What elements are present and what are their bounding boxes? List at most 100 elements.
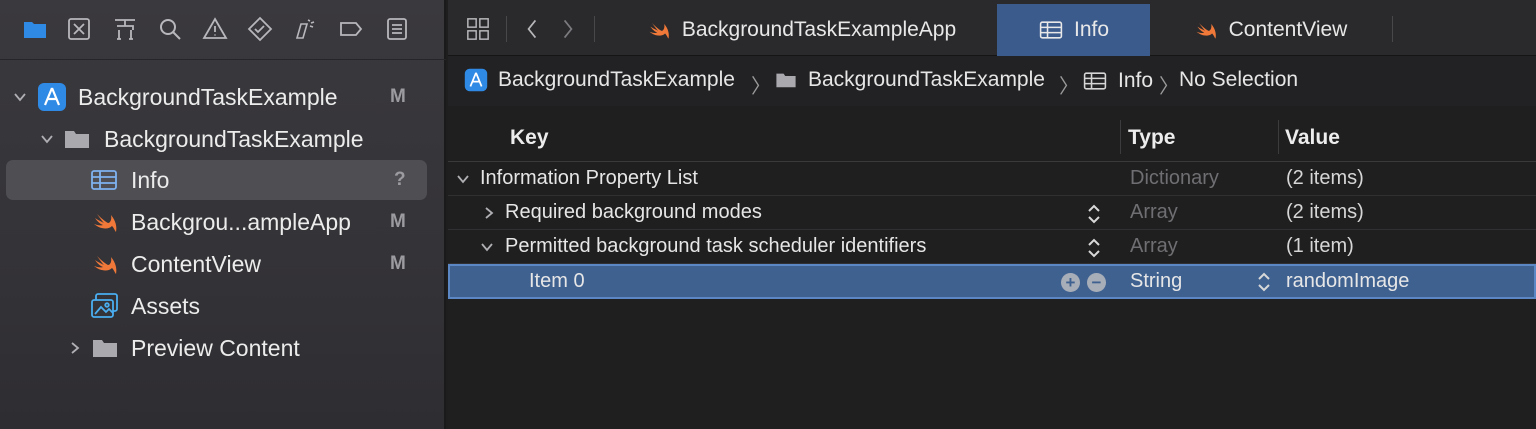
tree-label: Assets: [131, 292, 201, 319]
chevron-down-icon[interactable]: [480, 240, 494, 254]
key-stepper-icon[interactable]: [1086, 237, 1102, 259]
chevron-down-icon[interactable]: [12, 89, 28, 105]
divider: [594, 16, 595, 42]
navigator-selector-bar: [0, 0, 446, 60]
remove-item-button[interactable]: −: [1087, 273, 1106, 292]
plist-key: Information Property List: [480, 167, 698, 189]
breadcrumb-item-info[interactable]: Info: [1082, 68, 1153, 94]
back-chevron-icon[interactable]: [520, 14, 544, 44]
editor-area: BackgroundTaskExampleApp Info ContentVie…: [448, 0, 1536, 429]
plist-type: Dictionary: [1130, 167, 1219, 189]
tab-info[interactable]: Info: [997, 4, 1150, 56]
forward-chevron-icon[interactable]: [556, 14, 580, 44]
column-divider[interactable]: [1120, 120, 1121, 154]
divider: [1392, 16, 1393, 42]
folder-icon: [776, 73, 796, 88]
tree-label: BackgroundTaskExample: [78, 83, 338, 110]
tab-contentview[interactable]: ContentView: [1150, 4, 1390, 56]
chevron-right-icon[interactable]: [67, 340, 83, 356]
report-icon[interactable]: [382, 14, 412, 44]
plist-value: (2 items): [1286, 167, 1364, 189]
source-control-icon[interactable]: [64, 14, 94, 44]
plist-type[interactable]: String: [1130, 270, 1182, 293]
tree-row-group[interactable]: BackgroundTaskExample: [6, 119, 427, 159]
plist-header: Key Type Value: [448, 114, 1536, 162]
breadcrumb-item-folder[interactable]: BackgroundTaskExample: [774, 68, 1045, 92]
plist-type: Array: [1130, 235, 1178, 257]
tree-row-contentview[interactable]: ContentView M: [6, 244, 427, 284]
search-icon[interactable]: [155, 14, 185, 44]
plist-row-background-modes[interactable]: Required background modes Array (2 items…: [448, 196, 1536, 230]
plist-key: Required background modes: [505, 201, 762, 223]
tree-label: Info: [131, 166, 170, 193]
breadcrumb-label: No Selection: [1179, 68, 1299, 91]
folder-icon[interactable]: [20, 14, 50, 44]
tree-row-assets[interactable]: Assets: [6, 286, 427, 326]
plist-table-icon: [1039, 21, 1063, 39]
tree-label: BackgroundTaskExample: [104, 125, 364, 152]
swift-icon: [649, 23, 669, 39]
app-project-icon: [464, 68, 488, 92]
tab-label: Info: [1073, 18, 1110, 41]
breadcrumb-label: Info: [1118, 69, 1154, 92]
plist-value: (1 item): [1286, 235, 1354, 257]
breadcrumb: BackgroundTaskExample 〉 BackgroundTaskEx…: [448, 56, 1536, 106]
tab-bar: BackgroundTaskExampleApp Info ContentVie…: [448, 0, 1536, 56]
breadcrumb-label: BackgroundTaskExample: [808, 68, 1045, 91]
breadcrumb-item-selection[interactable]: No Selection: [1179, 68, 1298, 92]
folder-icon: [62, 124, 92, 154]
swift-icon: [1196, 23, 1216, 39]
plist-row-root[interactable]: Information Property List Dictionary (2 …: [448, 162, 1536, 196]
add-item-button[interactable]: +: [1061, 273, 1080, 292]
app-project-icon: [37, 82, 67, 112]
breadcrumb-label: BackgroundTaskExample: [498, 68, 735, 91]
chevron-right-icon: 〉: [751, 76, 771, 98]
chevron-right-icon: 〉: [1059, 76, 1079, 98]
plist-table-icon: [1083, 72, 1107, 90]
column-divider[interactable]: [1278, 120, 1279, 154]
assets-icon: [90, 291, 120, 321]
column-header-value[interactable]: Value: [1285, 126, 1340, 150]
plist-row-scheduler-identifiers[interactable]: Permitted background task scheduler iden…: [448, 230, 1536, 264]
debug-icon[interactable]: [290, 14, 320, 44]
scm-status-badge: M: [390, 211, 406, 232]
warning-icon[interactable]: [200, 14, 230, 44]
plist-value[interactable]: randomImage: [1286, 270, 1409, 293]
symbol-icon[interactable]: [110, 14, 140, 44]
type-stepper-icon[interactable]: [1256, 271, 1272, 293]
tree-label: Backgrou...ampleApp: [131, 208, 351, 235]
breadcrumb-item-project[interactable]: BackgroundTaskExample: [464, 68, 735, 92]
folder-icon: [90, 333, 120, 363]
key-stepper-icon[interactable]: [1086, 203, 1102, 225]
plist-table-icon: [89, 165, 119, 195]
scm-status-badge: M: [390, 86, 406, 107]
plist-row-item-0[interactable]: Item 0 + − String randomImage: [448, 264, 1536, 299]
grid-icon[interactable]: [464, 14, 492, 44]
plist-key: Permitted background task scheduler iden…: [505, 235, 927, 257]
test-icon[interactable]: [245, 14, 275, 44]
tree-label: Preview Content: [131, 334, 300, 361]
scm-status-badge: ?: [394, 169, 406, 190]
tree-row-info[interactable]: Info ?: [6, 160, 427, 200]
chevron-right-icon[interactable]: [482, 206, 496, 220]
tab-app-file[interactable]: BackgroundTaskExampleApp: [606, 4, 996, 56]
swift-icon: [90, 207, 120, 237]
divider: [506, 16, 507, 42]
column-header-key[interactable]: Key: [510, 126, 549, 150]
tree-row-app-file[interactable]: Backgrou...ampleApp M: [6, 202, 427, 242]
tree-row-preview-content[interactable]: Preview Content: [6, 328, 427, 368]
tab-label: BackgroundTaskExampleApp: [681, 18, 957, 41]
chevron-down-icon[interactable]: [39, 131, 55, 147]
chevron-down-icon[interactable]: [456, 172, 470, 186]
tree-row-project[interactable]: BackgroundTaskExample M: [6, 77, 427, 117]
column-header-type[interactable]: Type: [1128, 126, 1175, 150]
tree-label: ContentView: [131, 250, 261, 277]
plist-value: (2 items): [1286, 201, 1364, 223]
swift-icon: [90, 249, 120, 279]
tab-label: ContentView: [1228, 18, 1348, 41]
plist-key[interactable]: Item 0: [529, 270, 585, 293]
plist-type: Array: [1130, 201, 1178, 223]
breakpoint-icon[interactable]: [336, 14, 366, 44]
scm-status-badge: M: [390, 253, 406, 274]
navigator-sidebar: BackgroundTaskExample M BackgroundTaskEx…: [0, 0, 446, 429]
